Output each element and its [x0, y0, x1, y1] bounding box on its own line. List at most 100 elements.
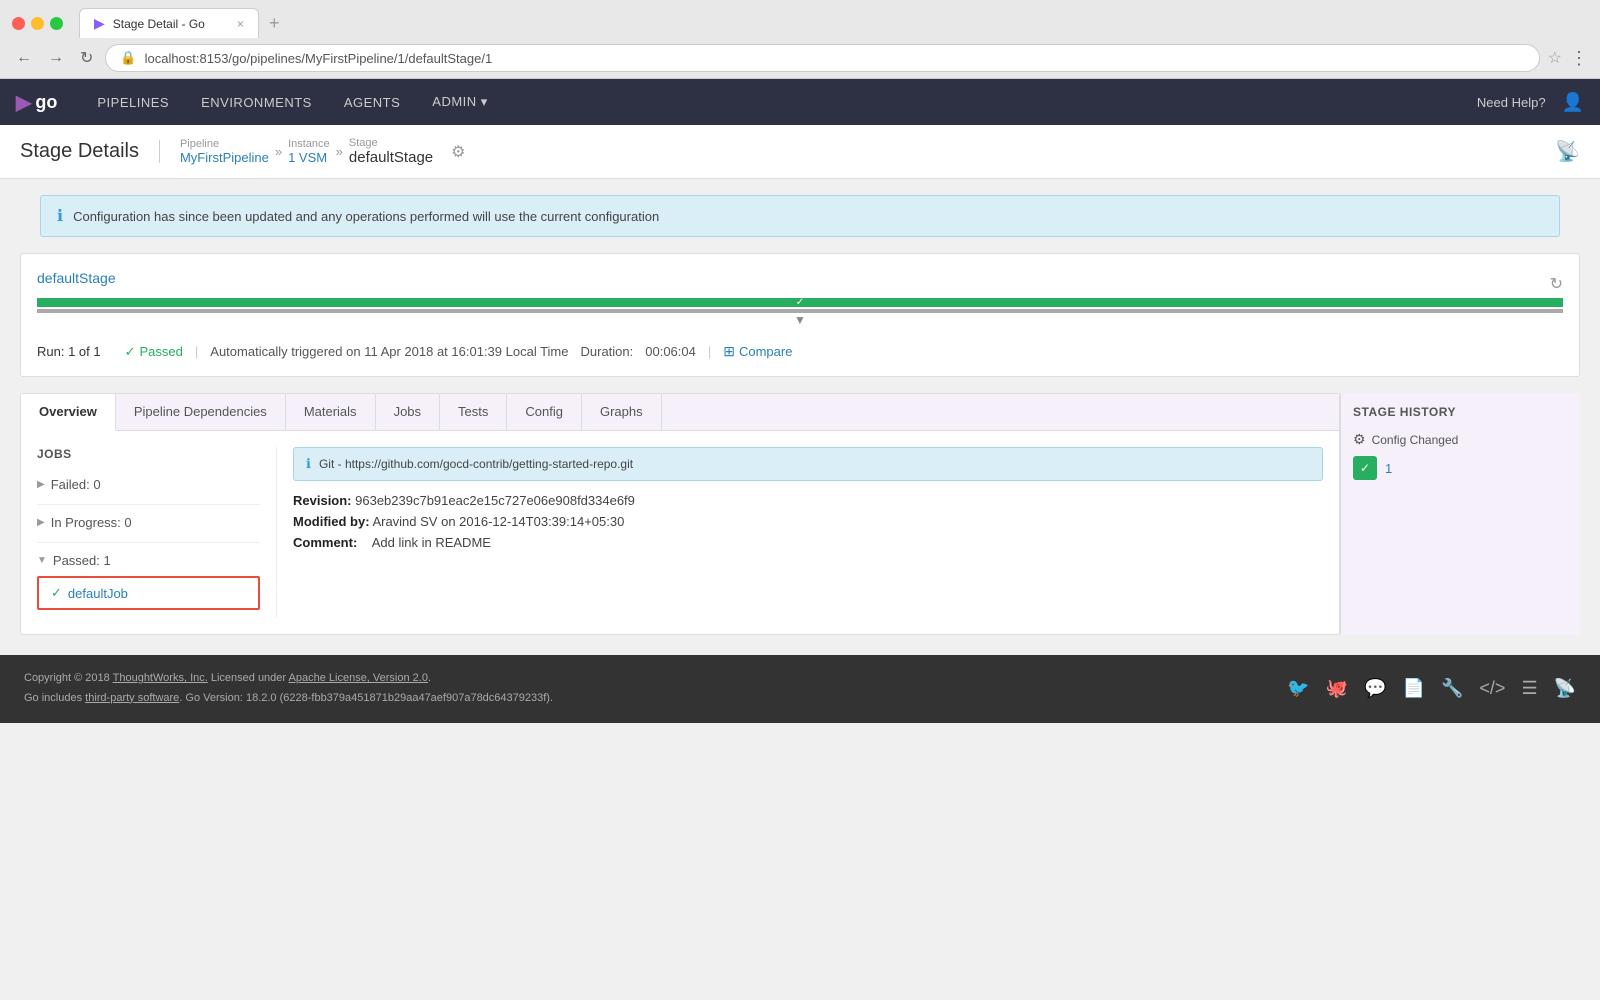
divider-3: | — [708, 344, 711, 359]
job-link[interactable]: defaultJob — [68, 586, 128, 601]
in-progress-jobs-header[interactable]: ▶ In Progress: 0 — [37, 511, 260, 534]
failed-label: Failed: 0 — [51, 477, 101, 492]
tab-close-button[interactable]: × — [237, 17, 244, 31]
active-tab[interactable]: ▶ Stage Detail - Go × — [79, 8, 259, 38]
jobs-divider-1 — [37, 504, 260, 505]
nav-item-agents[interactable]: AGENTS — [328, 79, 416, 125]
main-content: ℹ Configuration has since been updated a… — [0, 195, 1600, 655]
gocd-logo[interactable]: ▶ go — [16, 90, 57, 115]
stage-meta: Run: 1 of 1 ✓ Passed | Automatically tri… — [37, 343, 1563, 360]
instance-label: Instance — [288, 138, 330, 150]
refresh-icon[interactable]: ↻ — [1550, 274, 1563, 294]
in-progress-jobs-section: ▶ In Progress: 0 — [37, 511, 260, 534]
materials-panel: ℹ Git - https://github.com/gocd-contrib/… — [293, 447, 1323, 618]
browser-title-bar: ▶ Stage Detail - Go × + — [0, 0, 1600, 38]
job-check-icon: ✓ — [51, 585, 62, 601]
history-run-number[interactable]: 1 — [1385, 461, 1392, 476]
passed-arrow-icon: ▼ — [37, 555, 47, 566]
tab-overview[interactable]: Overview — [21, 394, 116, 431]
tabs-area: Overview Pipeline Dependencies Materials… — [20, 393, 1580, 635]
list-icon[interactable]: ☰ — [1521, 678, 1537, 699]
stage-card-title[interactable]: defaultStage — [37, 270, 116, 286]
instance-value[interactable]: 1 VSM — [288, 150, 327, 165]
compare-button[interactable]: ⊞ Compare — [723, 343, 792, 360]
tab-config[interactable]: Config — [507, 394, 582, 430]
close-dot[interactable] — [12, 17, 25, 30]
forward-button[interactable]: → — [44, 47, 68, 69]
bookmark-icon[interactable]: ☆ — [1548, 48, 1562, 68]
progress-fill: ✓ — [37, 298, 1563, 307]
tab-tests[interactable]: Tests — [440, 394, 507, 430]
passed-jobs-section: ▼ Passed: 1 ✓ defaultJob — [37, 549, 260, 610]
tabs-main: Overview Pipeline Dependencies Materials… — [21, 394, 1339, 634]
main-nav: ▶ go PIPELINES ENVIRONMENTS AGENTS ADMIN… — [0, 79, 1600, 125]
stage-status-text: Passed — [140, 344, 183, 359]
browser-chrome: ▶ Stage Detail - Go × + ← → ↻ 🔒 localhos… — [0, 0, 1600, 79]
twitter-icon[interactable]: 🐦 — [1287, 678, 1309, 699]
config-changed-row: ⚙ Config Changed — [1353, 431, 1568, 448]
progress-check-icon: ✓ — [796, 297, 804, 308]
stage-settings-icon[interactable]: ⚙ — [451, 142, 465, 162]
rss-icon[interactable]: 📡 — [1555, 139, 1580, 164]
new-tab-button[interactable]: + — [259, 8, 290, 38]
browser-tabs: ▶ Stage Detail - Go × + — [79, 8, 290, 38]
minimize-dot[interactable] — [31, 17, 44, 30]
reload-button[interactable]: ↻ — [76, 46, 97, 70]
github-icon[interactable]: 🐙 — [1326, 678, 1348, 699]
rss-footer-icon[interactable]: 📡 — [1554, 678, 1576, 699]
nav-item-admin[interactable]: ADMIN ▾ — [416, 79, 504, 125]
tab-pipeline-dependencies[interactable]: Pipeline Dependencies — [116, 394, 286, 430]
maximize-dot[interactable] — [50, 17, 63, 30]
back-button[interactable]: ← — [12, 47, 36, 69]
breadcrumb-stage: Stage defaultStage — [349, 137, 433, 166]
stage-history-sidebar: STAGE HISTORY ⚙ Config Changed ✓ 1 — [1340, 393, 1580, 635]
compare-label: Compare — [739, 344, 792, 359]
passed-jobs-list: ✓ defaultJob — [37, 576, 260, 610]
progress-track: ✓ — [37, 298, 1563, 307]
tab-graphs[interactable]: Graphs — [582, 394, 662, 430]
url-bar[interactable]: 🔒 localhost:8153/go/pipelines/MyFirstPip… — [105, 44, 1539, 72]
breadcrumb-arrow-1: » — [275, 144, 282, 159]
git-url-text: Git - https://github.com/gocd-contrib/ge… — [319, 457, 633, 471]
tab-jobs[interactable]: Jobs — [376, 394, 440, 430]
progress-indicator: ▼ — [37, 313, 1563, 327]
stage-card: defaultStage ↻ ✓ ▼ Run: 1 of 1 ✓ Passed … — [20, 253, 1580, 377]
stage-value: defaultStage — [349, 149, 433, 166]
browser-dots — [12, 17, 63, 30]
stage-run-text: Run: 1 of 1 — [37, 344, 101, 359]
browser-menu-button[interactable]: ⋮ — [1570, 48, 1588, 69]
passed-jobs-header[interactable]: ▼ Passed: 1 — [37, 549, 260, 572]
nav-item-pipelines[interactable]: PIPELINES — [81, 79, 185, 125]
passed-check-icon: ✓ — [125, 344, 136, 360]
pipeline-value[interactable]: MyFirstPipeline — [180, 150, 269, 165]
divider-2: | — [195, 344, 198, 359]
config-changed-label: Config Changed — [1372, 433, 1459, 447]
tab-materials[interactable]: Materials — [286, 394, 376, 430]
progress-arrow-icon: ▼ — [794, 313, 806, 327]
history-check-icon: ✓ — [1360, 461, 1370, 475]
history-run-row: ✓ 1 — [1353, 456, 1568, 480]
tab-icon: ▶ — [94, 15, 105, 32]
pipeline-label: Pipeline — [180, 138, 269, 150]
config-changed-icon: ⚙ — [1353, 431, 1366, 448]
tabs-section: Overview Pipeline Dependencies Materials… — [20, 393, 1340, 635]
user-avatar-icon[interactable]: 👤 — [1562, 92, 1584, 113]
footer-line-2: Go includes third-party software. Go Ver… — [24, 689, 553, 709]
nav-item-environments[interactable]: ENVIRONMENTS — [185, 79, 328, 125]
jobs-panel-title: JOBS — [37, 447, 260, 461]
stage-history-title: STAGE HISTORY — [1353, 405, 1568, 419]
stage-label: Stage — [349, 137, 433, 149]
tabs-bar: Overview Pipeline Dependencies Materials… — [21, 394, 1339, 431]
tools-icon[interactable]: 🔧 — [1441, 678, 1463, 699]
need-help-link[interactable]: Need Help? — [1477, 95, 1546, 110]
chat-icon[interactable]: 💬 — [1364, 678, 1386, 699]
code-icon[interactable]: </> — [1479, 678, 1505, 699]
list-item[interactable]: ✓ defaultJob — [45, 582, 252, 604]
failed-jobs-header[interactable]: ▶ Failed: 0 — [37, 473, 260, 496]
modified-by-row: Modified by: Aravind SV on 2016-12-14T03… — [293, 514, 1323, 529]
in-progress-arrow-icon: ▶ — [37, 517, 45, 528]
lock-icon: 🔒 — [120, 50, 136, 66]
docs-icon[interactable]: 📄 — [1403, 678, 1425, 699]
git-info-bar: ℹ Git - https://github.com/gocd-contrib/… — [293, 447, 1323, 481]
tab-title: Stage Detail - Go — [113, 17, 205, 31]
